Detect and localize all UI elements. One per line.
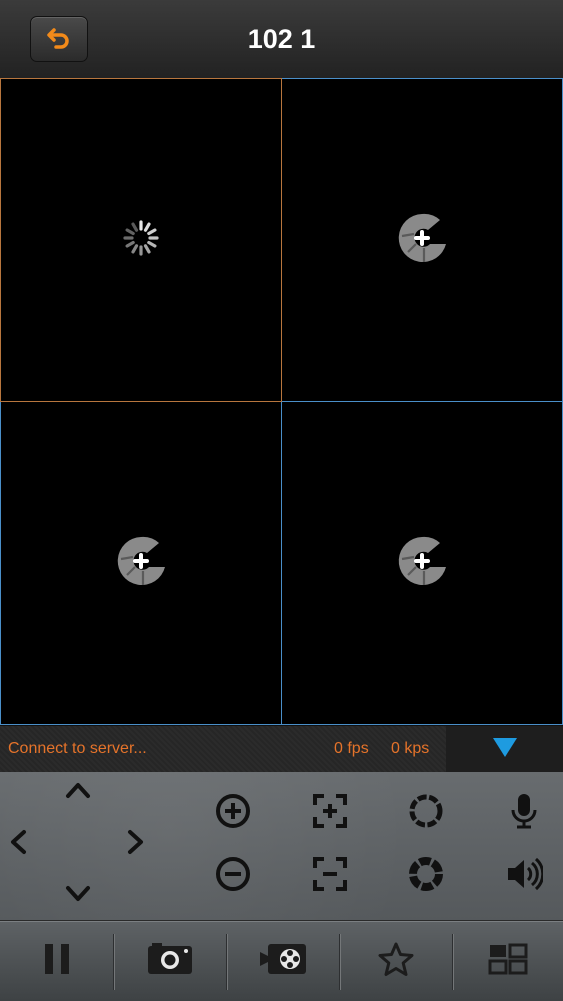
bottom-toolbar	[0, 921, 563, 1001]
iris-open-icon	[407, 792, 445, 835]
video-record-icon	[258, 942, 308, 981]
iris-open-button[interactable]	[405, 792, 447, 834]
kps-readout: 0 kps	[391, 740, 430, 757]
ptz-down-button[interactable]	[62, 880, 94, 912]
toggle-panel-button[interactable]	[446, 726, 563, 772]
focus-out-icon	[312, 856, 348, 897]
speaker-icon	[505, 856, 545, 897]
speaker-button[interactable]	[503, 855, 545, 897]
iris-close-icon	[407, 855, 445, 898]
zoom-out-icon	[214, 855, 252, 898]
spinner-icon	[121, 218, 161, 263]
fps-readout: 0 fps	[334, 740, 369, 757]
zoom-out-button[interactable]	[212, 855, 254, 897]
ptz-up-button[interactable]	[62, 776, 94, 808]
arrow-right-icon	[127, 829, 145, 860]
video-cell-2[interactable]	[282, 78, 563, 402]
triangle-down-icon	[491, 735, 519, 764]
layout-button[interactable]	[453, 922, 563, 1001]
arrow-down-icon	[65, 885, 91, 908]
ptz-right-button[interactable]	[120, 828, 152, 860]
pause-button[interactable]	[0, 922, 113, 1001]
connection-status: Connect to server...	[8, 740, 147, 757]
camera-snapshot-icon	[146, 942, 194, 981]
layout-icon	[488, 943, 528, 980]
page-title: 102 1	[247, 24, 316, 54]
add-camera-icon	[394, 210, 450, 271]
snapshot-button[interactable]	[114, 922, 226, 1001]
arrow-left-icon	[9, 829, 27, 860]
record-button[interactable]	[227, 922, 339, 1001]
add-camera-icon	[113, 533, 169, 594]
arrow-up-icon	[65, 781, 91, 804]
focus-in-icon	[312, 793, 348, 834]
video-cell-4[interactable]	[282, 402, 563, 725]
control-panel	[0, 772, 563, 921]
iris-close-button[interactable]	[405, 855, 447, 897]
ptz-left-button[interactable]	[2, 828, 34, 860]
video-cell-3[interactable]	[0, 402, 282, 725]
microphone-icon	[509, 792, 539, 835]
focus-in-button[interactable]	[309, 792, 351, 834]
microphone-button[interactable]	[503, 792, 545, 834]
zoom-in-button[interactable]	[212, 792, 254, 834]
video-grid	[0, 78, 563, 725]
favorite-button[interactable]	[340, 922, 452, 1001]
favorite-star-icon	[377, 941, 415, 982]
video-cell-1[interactable]	[0, 78, 282, 402]
header-bar: 102 1	[0, 0, 563, 79]
focus-out-button[interactable]	[309, 855, 351, 897]
status-bar: Connect to server... 0 fps 0 kps	[0, 725, 563, 773]
pause-icon	[42, 942, 72, 981]
add-camera-icon	[394, 533, 450, 594]
zoom-in-icon	[214, 792, 252, 835]
